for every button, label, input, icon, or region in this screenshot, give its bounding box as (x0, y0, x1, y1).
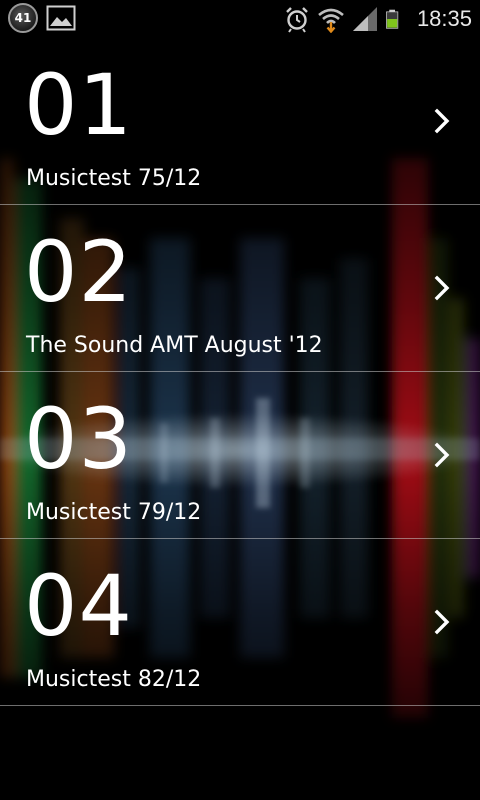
chevron-right-icon (434, 108, 450, 134)
status-bar-left: 41 (8, 3, 76, 33)
item-title: Musictest 82/12 (26, 667, 202, 692)
item-title: The Sound AMT August '12 (26, 333, 323, 358)
chevron-right-icon (434, 275, 450, 301)
item-number: 04 (24, 557, 133, 655)
item-number: 02 (24, 223, 133, 321)
item-number: 01 (24, 56, 133, 154)
item-number: 03 (24, 390, 133, 488)
chevron-right-icon (434, 609, 450, 635)
screen: 41 18:35 01 Musictest 75/12 02 The Sound… (0, 0, 480, 800)
list-item[interactable]: 03 Musictest 79/12 (0, 372, 480, 539)
notification-count: 41 (14, 11, 32, 25)
item-title: Musictest 75/12 (26, 166, 202, 191)
item-title: Musictest 79/12 (26, 500, 202, 525)
status-clock: 18:35 (416, 6, 472, 31)
list-item[interactable]: 01 Musictest 75/12 (0, 38, 480, 205)
wifi-icon (318, 8, 344, 33)
signal-icon (352, 7, 377, 31)
list-item[interactable]: 04 Musictest 82/12 (0, 539, 480, 706)
gallery-icon[interactable] (46, 5, 76, 31)
issue-list: 01 Musictest 75/12 02 The Sound AMT Augu… (0, 38, 480, 706)
status-bar-right: 18:35 (283, 3, 472, 35)
list-item[interactable]: 02 The Sound AMT August '12 (0, 205, 480, 372)
alarm-icon (286, 7, 308, 33)
chevron-right-icon (434, 442, 450, 468)
status-bar: 41 18:35 (0, 0, 480, 38)
notification-count-icon[interactable]: 41 (8, 3, 38, 33)
battery-icon (386, 9, 399, 29)
